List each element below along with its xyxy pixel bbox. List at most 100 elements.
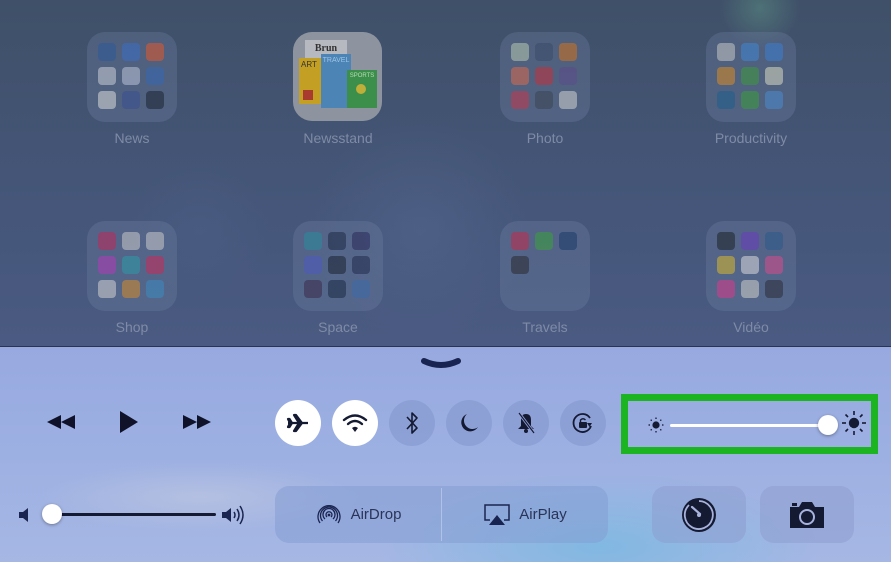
- folder-app-icon: [535, 232, 553, 250]
- play-button[interactable]: [119, 410, 139, 439]
- airdrop-label: AirDrop: [350, 506, 402, 523]
- folder-app-icon: [122, 91, 140, 109]
- folder-app-icon: [122, 280, 140, 298]
- folder-app-icon: [559, 232, 577, 250]
- folder-app-icon: [511, 256, 529, 274]
- folder-app-icon: [765, 280, 783, 298]
- folder-productivity[interactable]: [706, 32, 796, 122]
- folder-app-icon: [741, 232, 759, 250]
- folder-grid: [511, 232, 577, 274]
- folder-app-icon: [765, 256, 783, 274]
- folder-app-icon: [511, 43, 529, 61]
- folder-label-travels: Travels: [522, 319, 568, 335]
- folder-label-news: News: [114, 130, 150, 146]
- folder-app-icon: [122, 67, 140, 85]
- folder-app-icon: [717, 43, 735, 61]
- folder-app-icon: [741, 43, 759, 61]
- bluetooth-toggle[interactable]: [389, 400, 435, 446]
- folder-app-icon: [511, 67, 529, 85]
- newsstand-app-icon[interactable]: Brun ART TRAVEL SPORTS: [293, 32, 382, 121]
- folder-app-icon: [352, 280, 370, 298]
- control-center: AirDrop AirPlay: [0, 346, 891, 562]
- folder-app-icon: [328, 232, 346, 250]
- folder-label-productivity: Productivity: [714, 130, 788, 146]
- folder-app-icon: [146, 43, 164, 61]
- folder-app-icon: [328, 256, 346, 274]
- folder-photo[interactable]: [500, 32, 590, 122]
- app-label-newsstand: Newsstand: [303, 130, 373, 146]
- folder-app-icon: [122, 232, 140, 250]
- folder-grid: [717, 232, 783, 298]
- folder-app-icon: [146, 256, 164, 274]
- airplay-label: AirPlay: [519, 506, 567, 523]
- share-button-group: AirDrop AirPlay: [275, 486, 608, 543]
- folder-app-icon: [98, 232, 116, 250]
- do-not-disturb-toggle[interactable]: [446, 400, 492, 446]
- brightness-high-icon: [842, 411, 866, 435]
- folder-app-icon: [304, 280, 322, 298]
- wifi-icon: [342, 414, 368, 432]
- chevron-down-icon[interactable]: [420, 357, 462, 376]
- camera-icon: [790, 501, 824, 528]
- folder-grid: [98, 43, 164, 109]
- folder-app-icon: [717, 232, 735, 250]
- folder-app-icon: [98, 43, 116, 61]
- folder-label-space: Space: [318, 319, 358, 335]
- airdrop-button[interactable]: AirDrop: [275, 486, 441, 543]
- brightness-low-icon: [648, 417, 664, 433]
- timer-button[interactable]: [652, 486, 746, 543]
- folder-label-photo: Photo: [526, 130, 564, 146]
- mute-toggle[interactable]: [503, 400, 549, 446]
- bell-slash-icon: [517, 412, 536, 434]
- folder-app-icon: [352, 232, 370, 250]
- brightness-track[interactable]: [670, 424, 828, 427]
- folder-app-icon: [511, 91, 529, 109]
- folder-app-icon: [717, 280, 735, 298]
- folder-app-icon: [122, 256, 140, 274]
- folder-app-icon: [146, 232, 164, 250]
- folder-app-icon: [352, 256, 370, 274]
- folder-app-icon: [304, 232, 322, 250]
- folder-app-icon: [765, 43, 783, 61]
- fast-forward-icon: [183, 415, 211, 429]
- newsstand-ball: [356, 84, 366, 94]
- rotation-lock-toggle[interactable]: [560, 400, 606, 446]
- folder-grid: [304, 232, 370, 298]
- brightness-slider-knob[interactable]: [818, 415, 838, 435]
- timer-icon: [682, 497, 716, 532]
- folder-video[interactable]: [706, 221, 796, 311]
- folder-app-icon: [122, 43, 140, 61]
- folder-app-icon: [717, 91, 735, 109]
- wifi-toggle[interactable]: [332, 400, 378, 446]
- folder-label-video: Vidéo: [733, 319, 769, 335]
- folder-travels[interactable]: [500, 221, 590, 311]
- folder-shop[interactable]: [87, 221, 177, 311]
- folder-app-icon: [146, 91, 164, 109]
- home-screen: News Brun ART TRAVEL SPORTS Newsstand Ph…: [0, 0, 891, 346]
- volume-high-icon: [222, 505, 244, 525]
- folder-app-icon: [741, 256, 759, 274]
- fast-forward-button[interactable]: [182, 412, 212, 437]
- folder-app-icon: [741, 91, 759, 109]
- play-icon: [120, 411, 138, 433]
- folder-app-icon: [717, 67, 735, 85]
- airdrop-icon: [316, 504, 341, 523]
- airplane-mode-toggle[interactable]: [275, 400, 321, 446]
- folder-app-icon: [98, 91, 116, 109]
- folder-app-icon: [146, 280, 164, 298]
- folder-news[interactable]: [87, 32, 177, 122]
- airplay-button[interactable]: AirPlay: [442, 486, 608, 543]
- folder-grid: [717, 43, 783, 109]
- volume-track[interactable]: [52, 513, 216, 516]
- folder-app-icon: [98, 256, 116, 274]
- folder-app-icon: [559, 67, 577, 85]
- folder-space[interactable]: [293, 221, 383, 311]
- folder-app-icon: [98, 280, 116, 298]
- camera-button[interactable]: [760, 486, 854, 543]
- folder-app-icon: [765, 67, 783, 85]
- rewind-icon: [47, 415, 75, 429]
- rewind-button[interactable]: [46, 412, 76, 437]
- folder-grid: [98, 232, 164, 298]
- brightness-highlight: [621, 394, 878, 454]
- volume-slider-knob[interactable]: [42, 504, 62, 524]
